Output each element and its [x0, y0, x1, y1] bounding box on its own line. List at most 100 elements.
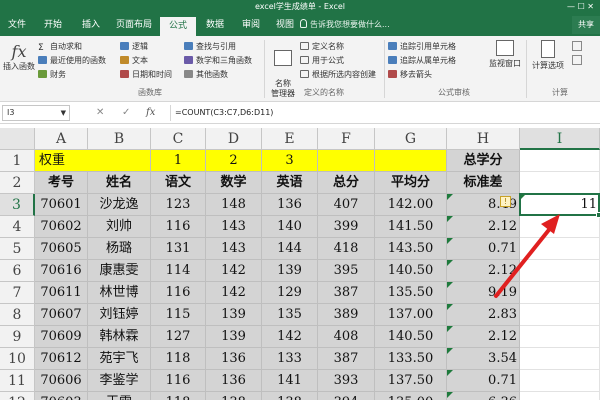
tab-view[interactable]: 视图	[268, 14, 302, 36]
column-header-b[interactable]: B	[88, 128, 151, 150]
financial-button[interactable]: 财务	[38, 69, 66, 81]
tell-me-search[interactable]: 告诉我您想要做什么...	[300, 14, 390, 36]
column-header-i[interactable]: I	[520, 128, 600, 150]
table-cell[interactable]: 2.83	[447, 304, 520, 326]
table-cell[interactable]: 143	[206, 216, 262, 238]
table-cell[interactable]: 148	[206, 194, 262, 216]
table-cell[interactable]: 0.71	[447, 370, 520, 392]
cell-c1[interactable]: 1	[151, 150, 206, 172]
table-cell[interactable]: 399	[318, 216, 375, 238]
table-cell[interactable]: 2.12	[447, 216, 520, 238]
table-cell[interactable]: 115	[151, 304, 206, 326]
create-from-selection-button[interactable]: 根据所选内容创建	[300, 69, 376, 81]
table-cell[interactable]: 70603	[35, 392, 88, 400]
table-cell[interactable]: 389	[318, 304, 375, 326]
calc-options-button[interactable]: 计算选项	[530, 40, 566, 71]
table-cell[interactable]: 韩林霖	[88, 326, 151, 348]
tab-page-layout[interactable]: 页面布局	[110, 14, 158, 36]
header-cell-a2[interactable]: 考号	[35, 172, 88, 194]
table-cell[interactable]: 135	[262, 304, 318, 326]
table-cell[interactable]: 70609	[35, 326, 88, 348]
table-cell[interactable]: 王雪	[88, 392, 151, 400]
trace-dependents-button[interactable]: 追踪从属单元格	[388, 55, 456, 67]
row-header-11[interactable]: 11	[0, 370, 35, 392]
table-cell[interactable]: 141.50	[375, 216, 447, 238]
table-cell[interactable]	[520, 238, 600, 260]
calculate-now-icon[interactable]	[572, 41, 582, 51]
table-cell[interactable]: 3.54	[447, 348, 520, 370]
recent-functions-button[interactable]: 最近使用的函数	[38, 55, 106, 67]
trace-precedents-button[interactable]: 追踪引用单元格	[388, 41, 456, 53]
table-cell[interactable]: 142.00	[375, 194, 447, 216]
enter-icon[interactable]: ✓	[122, 105, 130, 121]
remove-arrows-button[interactable]: 移去箭头	[388, 69, 432, 81]
tab-review[interactable]: 审阅	[234, 14, 268, 36]
table-cell[interactable]: 刘帅	[88, 216, 151, 238]
table-cell[interactable]: 129	[262, 282, 318, 304]
warning-icon[interactable]: !	[500, 196, 511, 207]
column-header-d[interactable]: D	[206, 128, 262, 150]
table-cell[interactable]: 387	[318, 348, 375, 370]
use-in-formula-button[interactable]: 用于公式	[300, 55, 344, 67]
table-cell[interactable]: 140.50	[375, 260, 447, 282]
table-cell[interactable]: 133	[262, 348, 318, 370]
table-cell[interactable]: 123	[151, 194, 206, 216]
table-cell[interactable]: 137.50	[375, 370, 447, 392]
table-cell[interactable]: 林世博	[88, 282, 151, 304]
table-cell[interactable]: 140.50	[375, 326, 447, 348]
cell-i2[interactable]	[520, 172, 600, 194]
table-cell[interactable]: 70607	[35, 304, 88, 326]
fx-icon[interactable]: fx	[146, 105, 155, 121]
text-button[interactable]: 文本	[120, 55, 148, 67]
table-cell[interactable]: 118	[151, 348, 206, 370]
table-cell[interactable]: 136	[206, 370, 262, 392]
window-controls[interactable]: — ☐ ✕	[567, 0, 594, 14]
table-cell[interactable]: 70605	[35, 238, 88, 260]
table-cell[interactable]: 138	[262, 392, 318, 400]
table-cell[interactable]	[520, 392, 600, 400]
row-header-1[interactable]: 1	[0, 150, 35, 172]
formula-input[interactable]: =COUNT(C3:C7,D6:D11)	[170, 105, 598, 121]
cell-i1[interactable]	[520, 150, 600, 172]
name-box[interactable]: I3 ▼	[2, 105, 70, 121]
table-cell[interactable]: 2.12	[447, 260, 520, 282]
header-cell-d2[interactable]: 数学	[206, 172, 262, 194]
table-cell[interactable]: 118	[151, 392, 206, 400]
header-cell-e2[interactable]: 英语	[262, 172, 318, 194]
select-all-corner[interactable]	[0, 128, 35, 150]
table-cell[interactable]: 142	[206, 282, 262, 304]
table-cell[interactable]: 137.00	[375, 304, 447, 326]
math-button[interactable]: 数学和三角函数	[184, 55, 252, 67]
calculate-sheet-icon[interactable]	[572, 55, 582, 65]
cell-a1[interactable]: 权重	[35, 150, 151, 172]
row-header-10[interactable]: 10	[0, 348, 35, 370]
table-cell[interactable]	[520, 216, 600, 238]
table-cell[interactable]: 70616	[35, 260, 88, 282]
autosum-button[interactable]: Σ 自动求和	[38, 41, 82, 53]
table-cell[interactable]: 139	[262, 260, 318, 282]
table-cell[interactable]: 418	[318, 238, 375, 260]
watch-window-button[interactable]: 监视窗口	[488, 40, 522, 69]
table-cell[interactable]: 143.50	[375, 238, 447, 260]
row-header-6[interactable]: 6	[0, 260, 35, 282]
column-header-e[interactable]: E	[262, 128, 318, 150]
table-cell[interactable]: 2.12	[447, 326, 520, 348]
name-manager-button[interactable]: 名称 管理器	[268, 40, 298, 109]
table-cell[interactable]: 140	[262, 216, 318, 238]
tab-home[interactable]: 开始	[36, 14, 70, 36]
header-cell-b2[interactable]: 姓名	[88, 172, 151, 194]
table-cell[interactable]: 408	[318, 326, 375, 348]
table-cell[interactable]: 394	[318, 392, 375, 400]
table-cell[interactable]: 114	[151, 260, 206, 282]
column-header-g[interactable]: G	[375, 128, 447, 150]
table-cell[interactable]: 70612	[35, 348, 88, 370]
header-cell-c2[interactable]: 语文	[151, 172, 206, 194]
row-header-2[interactable]: 2	[0, 172, 35, 194]
table-cell[interactable]	[520, 326, 600, 348]
table-cell[interactable]: 135.00	[375, 392, 447, 400]
table-cell[interactable]: 0.71	[447, 238, 520, 260]
cell-g1[interactable]	[375, 150, 447, 172]
row-header-8[interactable]: 8	[0, 304, 35, 326]
column-header-h[interactable]: H	[447, 128, 520, 150]
table-cell[interactable]: 143	[206, 238, 262, 260]
